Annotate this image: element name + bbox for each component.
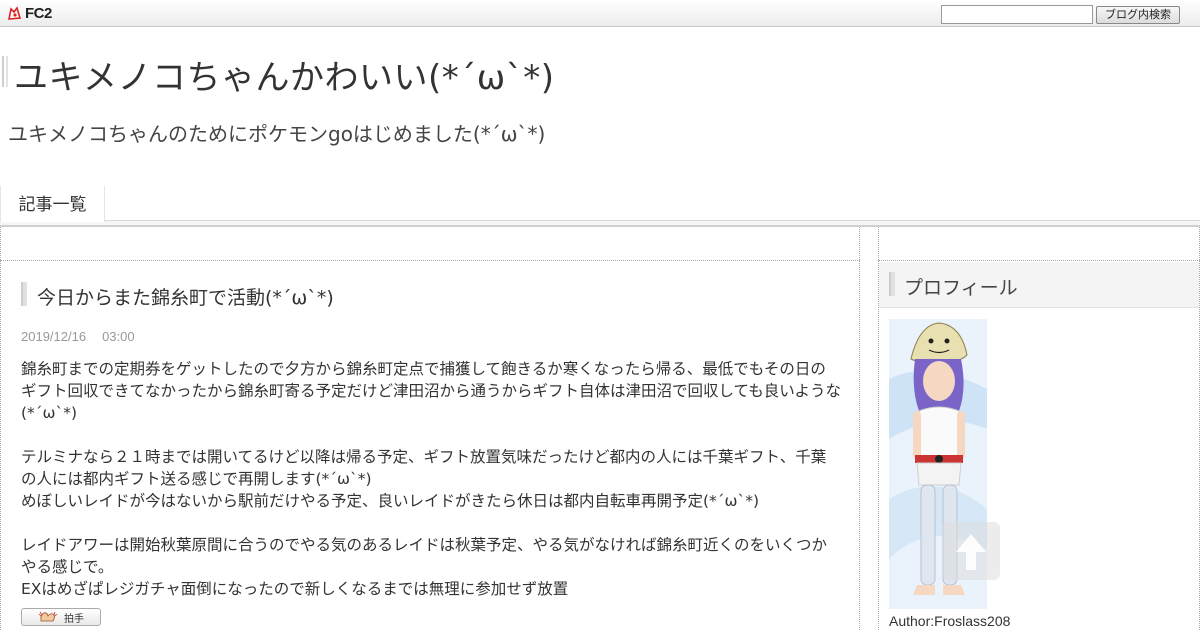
clap-icon — [38, 611, 58, 623]
entry-title[interactable]: 今日からまた錦糸町で活動(*´ω`*) — [37, 283, 334, 310]
profile-author: Author:Froslass208 — [889, 613, 1011, 629]
blog-search-button[interactable]: ブログ内検索 — [1096, 6, 1180, 24]
title-marker — [2, 56, 8, 87]
entry-datetime: 2019/12/16 03:00 — [21, 329, 151, 344]
fc2-logo-icon — [7, 6, 22, 21]
clap-label: 拍手 — [64, 613, 84, 625]
blog-search-input[interactable] — [941, 5, 1093, 24]
entry-paragraph: 錦糸町までの定期券をゲットしたので夕方から錦糸町定点で捕獲して飽きるか寒くなった… — [21, 360, 841, 422]
profile-heading: プロフィール — [904, 277, 1018, 299]
fc2-logo[interactable]: FC2 — [7, 5, 52, 22]
entry-body: 錦糸町までの定期券をゲットしたので夕方から錦糸町定点で捕獲して飽きるか寒くなった… — [21, 358, 841, 600]
entry-title-marker — [21, 282, 27, 306]
fc2-logo-text: FC2 — [25, 5, 52, 22]
scroll-to-top-button[interactable] — [942, 522, 1000, 580]
entry-paragraph: レイドアワーは開始秋葉原間に合うのでやる気のあるレイドは秋葉予定、やる気がなけれ… — [21, 536, 828, 598]
tab-article-list[interactable]: 記事一覧 — [0, 186, 105, 222]
arrow-up-icon — [956, 534, 986, 570]
fc2-toolbar: FC2 ブログ内検索 — [0, 0, 1200, 27]
blog-description: ユキメノコちゃんのためにポケモンgoはじめました(*´ω`*) — [8, 122, 546, 146]
blog-title[interactable]: ユキメノコちゃんかわいい(*´ω`*) — [14, 50, 555, 99]
sidebar-top-strip — [878, 227, 1200, 261]
profile-header-marker — [889, 272, 895, 296]
nav-bar — [0, 220, 1200, 227]
entry-date: 2019/12/16 — [21, 329, 87, 344]
entry-paragraph: テルミナなら２１時までは開いてるけど以降は帰る予定、ギフト放置気味だったけど都内… — [21, 448, 827, 510]
entry-time: 03:00 — [102, 329, 135, 344]
clap-button[interactable]: 拍手 — [21, 608, 101, 626]
main-column-top-strip — [0, 227, 860, 261]
